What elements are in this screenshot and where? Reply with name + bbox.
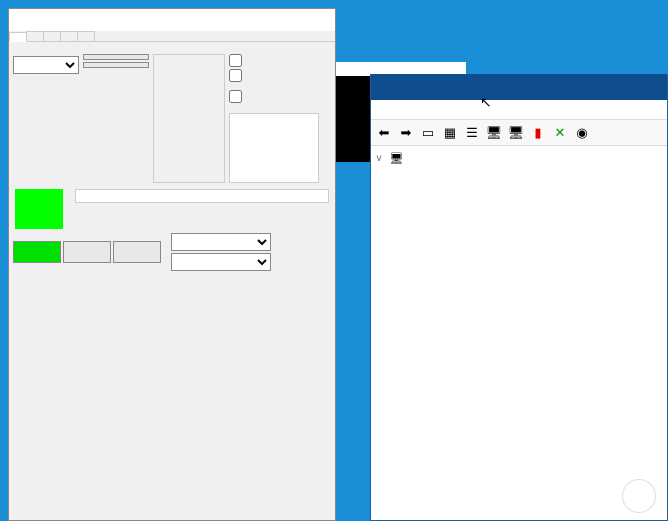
detected-info-box bbox=[229, 113, 319, 183]
expander-icon[interactable]: v bbox=[373, 153, 385, 164]
up-icon[interactable]: ▭ bbox=[419, 124, 437, 142]
spiautoset-checkbox[interactable] bbox=[229, 54, 242, 67]
tab-hspidownload[interactable] bbox=[26, 31, 44, 41]
tab-rfconfig[interactable] bbox=[43, 31, 61, 41]
combinebin-button[interactable] bbox=[83, 54, 149, 60]
help-icon[interactable]: ◉ bbox=[573, 124, 591, 142]
tab-bar bbox=[9, 31, 335, 42]
esp-download-tool-window bbox=[8, 8, 336, 521]
tab-gpioconfig[interactable] bbox=[60, 31, 78, 41]
donotchgbin-checkbox[interactable] bbox=[229, 69, 242, 82]
stop-button[interactable] bbox=[63, 241, 111, 263]
monitor-icon[interactable]: 🖥 bbox=[485, 124, 503, 142]
crystal-freq-select[interactable] bbox=[13, 56, 79, 74]
start-button[interactable] bbox=[13, 241, 61, 263]
progress-bar bbox=[75, 189, 329, 203]
file-rows bbox=[9, 42, 335, 50]
scan-icon[interactable]: ▮ bbox=[529, 124, 547, 142]
config-area bbox=[9, 54, 335, 183]
tab-more[interactable] bbox=[77, 31, 95, 41]
com-select[interactable] bbox=[171, 233, 271, 251]
status-idle bbox=[15, 189, 63, 229]
delete-icon[interactable]: ✕ bbox=[551, 124, 569, 142]
device-tree[interactable]: v 🖥 bbox=[371, 146, 667, 520]
tree-root[interactable]: v 🖥 bbox=[373, 150, 665, 167]
dm-toolbar: ⬅ ➡ ▭ ▦ ☰ 🖥 🖥 ▮ ✕ ◉ bbox=[371, 120, 667, 146]
watermark-badge bbox=[622, 479, 656, 513]
computer-icon: 🖥 bbox=[389, 151, 404, 166]
grid-icon[interactable]: ▦ bbox=[441, 124, 459, 142]
device-manager-window: ⬅ ➡ ▭ ▦ ☰ 🖥 🖥 ▮ ✕ ◉ v 🖥 bbox=[370, 74, 668, 521]
baud-select[interactable] bbox=[171, 253, 271, 271]
erase-button[interactable] bbox=[113, 241, 161, 263]
default-button[interactable] bbox=[83, 62, 149, 68]
locksettings-checkbox[interactable] bbox=[229, 90, 242, 103]
dm-title-bar bbox=[371, 74, 667, 100]
watermark bbox=[622, 479, 660, 513]
tab-spidownload[interactable] bbox=[9, 32, 27, 42]
forward-icon[interactable]: ➡ bbox=[397, 124, 415, 142]
dm-menu-bar bbox=[371, 100, 667, 120]
back-icon[interactable]: ⬅ bbox=[375, 124, 393, 142]
window-title bbox=[9, 9, 335, 31]
prop-icon[interactable]: ☰ bbox=[463, 124, 481, 142]
refresh-icon[interactable]: 🖥 bbox=[507, 124, 525, 142]
